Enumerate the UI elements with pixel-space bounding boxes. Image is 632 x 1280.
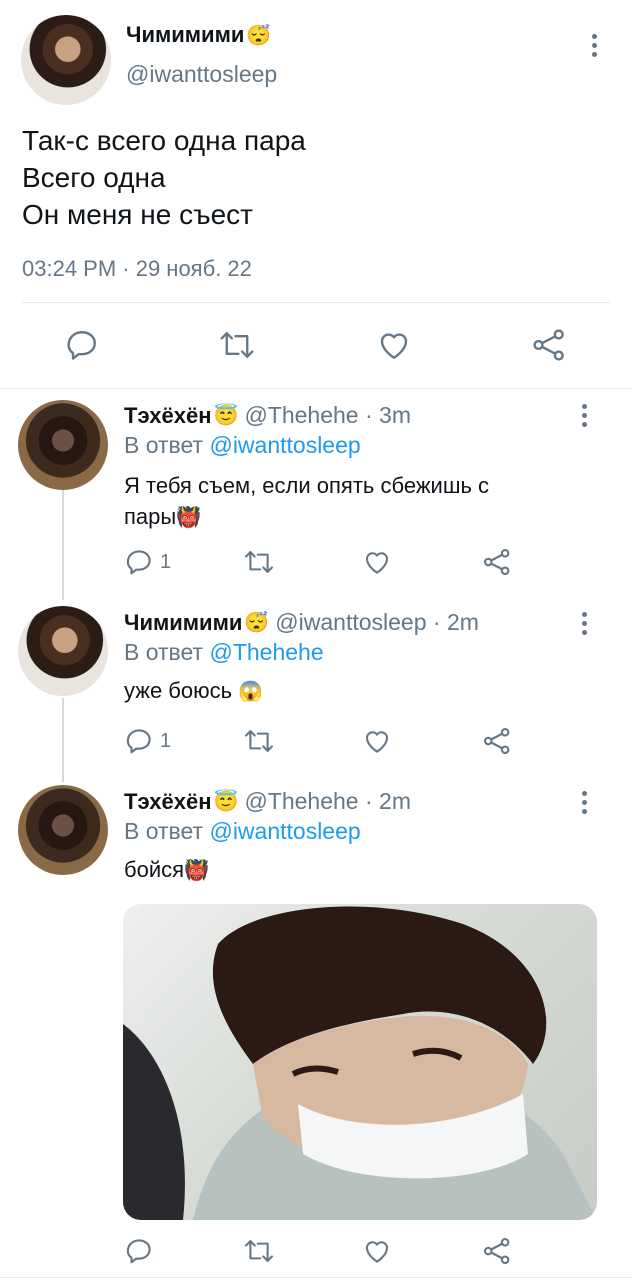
reply-count: 1 bbox=[160, 550, 172, 573]
thread-line bbox=[62, 490, 64, 600]
handle-time: @Thehehe · 3m bbox=[244, 402, 411, 428]
reply-header: Тэхёхён 😇 @Thehehe · 2m bbox=[124, 788, 411, 815]
heart-icon[interactable] bbox=[376, 327, 412, 363]
reply-to-line: В ответ @iwanttosleep bbox=[124, 432, 361, 459]
text-line: Я тебя съем, если опять сбежишь с bbox=[124, 473, 490, 498]
sleepy-emoji: 😴 bbox=[244, 612, 270, 634]
main-tweet-author[interactable]: Чимимими 😴 bbox=[126, 22, 271, 48]
media-image[interactable] bbox=[123, 904, 597, 1220]
more-vertical-icon[interactable] bbox=[592, 34, 598, 61]
tweet-timestamp[interactable]: 03:24 PM · 29 нояб. 22 bbox=[22, 256, 252, 282]
scream-emoji: 😱 bbox=[238, 681, 264, 703]
avatar[interactable] bbox=[18, 606, 108, 696]
avatar[interactable] bbox=[21, 15, 111, 105]
text-line: Всего одна bbox=[22, 162, 166, 193]
heart-icon[interactable] bbox=[362, 547, 392, 577]
reply-icon[interactable] bbox=[124, 1236, 154, 1266]
share-icon[interactable] bbox=[482, 1236, 512, 1266]
more-vertical-icon[interactable] bbox=[582, 612, 588, 639]
reply-text: бойся👹 bbox=[124, 854, 209, 887]
retweet-icon[interactable] bbox=[218, 327, 256, 363]
share-icon[interactable] bbox=[482, 547, 512, 577]
more-vertical-icon[interactable] bbox=[582, 791, 588, 818]
mention-link[interactable]: @iwanttosleep bbox=[209, 818, 360, 844]
display-name[interactable]: Чимимими bbox=[124, 610, 242, 636]
reply-header: Тэхёхён 😇 @Thehehe · 3m bbox=[124, 402, 411, 429]
text-line: бойся bbox=[124, 857, 185, 882]
reply-text: Я тебя съем, если опять сбежишь с пары👹 bbox=[124, 470, 489, 534]
retweet-icon[interactable] bbox=[243, 1236, 275, 1266]
reply-icon[interactable]: 1 bbox=[124, 547, 171, 577]
share-icon[interactable] bbox=[531, 327, 567, 363]
mention-link[interactable]: @iwanttosleep bbox=[209, 432, 360, 458]
angel-emoji: 😇 bbox=[213, 405, 239, 427]
reply-to-line: В ответ @Thehehe bbox=[124, 639, 324, 666]
display-name[interactable]: Тэхёхён bbox=[124, 403, 212, 429]
text-line: Так-с всего одна пара bbox=[22, 125, 306, 156]
reply-to-line: В ответ @iwanttosleep bbox=[124, 818, 361, 845]
reply-icon[interactable] bbox=[64, 327, 100, 363]
text-line: уже боюсь bbox=[124, 678, 233, 703]
divider bbox=[0, 1277, 632, 1278]
reply-prefix: В ответ bbox=[124, 432, 204, 458]
thread-line bbox=[62, 698, 64, 782]
divider bbox=[0, 388, 632, 389]
user-handle: @iwanttosleep bbox=[126, 61, 278, 87]
ogre-emoji: 👹 bbox=[184, 860, 209, 882]
share-icon[interactable] bbox=[482, 726, 512, 756]
heart-icon[interactable] bbox=[362, 1236, 392, 1266]
display-name: Чимимими bbox=[126, 22, 245, 47]
text-line: пары bbox=[124, 504, 177, 529]
ogre-emoji: 👹 bbox=[176, 507, 202, 529]
text-line: Он меня не съест bbox=[22, 199, 253, 230]
avatar[interactable] bbox=[18, 785, 108, 875]
angel-emoji: 😇 bbox=[213, 791, 239, 813]
reply-icon[interactable]: 1 bbox=[124, 726, 171, 756]
avatar[interactable] bbox=[18, 400, 108, 490]
retweet-icon[interactable] bbox=[243, 726, 275, 756]
sleepy-emoji: 😴 bbox=[246, 24, 272, 47]
reply-count: 1 bbox=[160, 729, 172, 752]
handle-time: @Thehehe · 2m bbox=[244, 788, 411, 814]
reply-text: уже боюсь 😱 bbox=[124, 675, 263, 708]
divider bbox=[22, 302, 610, 303]
reply-header: Чимимими 😴 @iwanttosleep · 2m bbox=[124, 609, 479, 636]
reply-prefix: В ответ bbox=[124, 639, 204, 665]
photo-illustration bbox=[123, 906, 597, 1220]
mention-link[interactable]: @Thehehe bbox=[209, 639, 323, 665]
main-tweet-text: Так-с всего одна пара Всего одна Он меня… bbox=[22, 122, 306, 233]
handle-time: @iwanttosleep · 2m bbox=[275, 609, 479, 635]
retweet-icon[interactable] bbox=[243, 547, 275, 577]
more-vertical-icon[interactable] bbox=[582, 404, 588, 431]
reply-prefix: В ответ bbox=[124, 818, 204, 844]
heart-icon[interactable] bbox=[362, 726, 392, 756]
display-name[interactable]: Тэхёхён bbox=[124, 789, 212, 815]
